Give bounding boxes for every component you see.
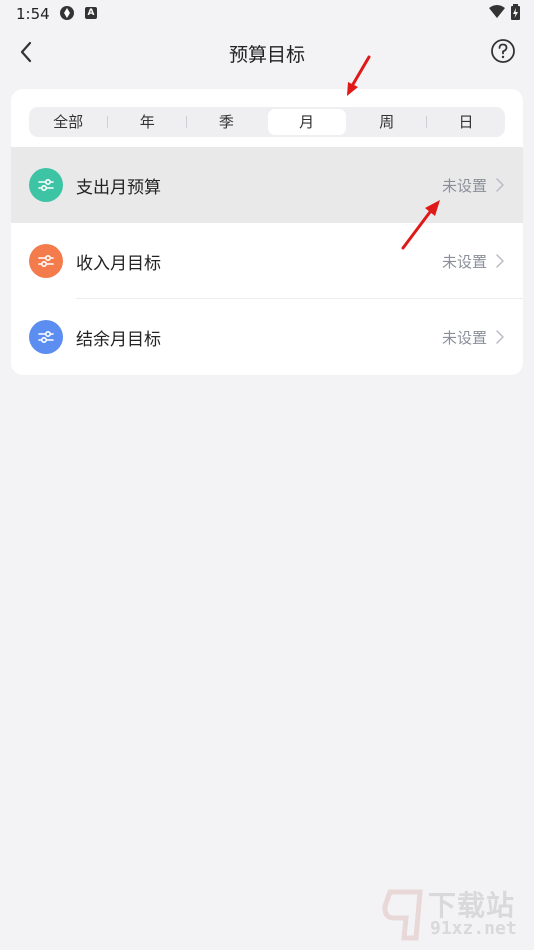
income-target-row[interactable]: 收入月目标 未设置 <box>11 223 523 299</box>
row-label: 结余月目标 <box>76 329 161 350</box>
row-status: 未设置 <box>441 176 487 195</box>
segment-week[interactable]: 周 <box>348 109 426 135</box>
chevron-right-icon <box>496 178 504 192</box>
row-status: 未设置 <box>441 328 487 347</box>
segment-day[interactable]: 日 <box>427 109 505 135</box>
segment-all[interactable]: 全部 <box>29 109 107 135</box>
watermark: 下载站 91xz.net <box>380 884 530 944</box>
segment-quarter[interactable]: 季 <box>187 109 265 135</box>
annotation-arrow-icon <box>401 200 440 250</box>
sliders-icon <box>29 244 63 278</box>
row-label: 收入月目标 <box>76 253 161 274</box>
watermark-logo-icon <box>382 889 423 941</box>
chevron-right-icon <box>496 254 504 268</box>
status-bar: 1:54 A <box>0 0 534 28</box>
status-time: 1:54 <box>16 5 50 23</box>
status-indicators <box>489 4 520 20</box>
chevron-right-icon <box>496 330 504 344</box>
expense-budget-row[interactable]: 支出月预算 未设置 <box>11 147 523 223</box>
page-title: 预算目标 <box>228 44 305 66</box>
app-notification-icon <box>60 6 74 20</box>
sliders-icon <box>29 168 63 202</box>
help-icon[interactable] <box>490 38 516 64</box>
segment-year[interactable]: 年 <box>108 109 186 135</box>
wifi-icon <box>489 5 505 18</box>
period-segmented-control: 全部 年 季 月 周 日 <box>29 107 505 137</box>
sliders-icon <box>29 320 63 354</box>
keyboard-notification-icon: A <box>85 7 97 19</box>
watermark-line2: 91xz.net <box>430 918 517 939</box>
row-label: 支出月预算 <box>76 177 161 198</box>
header: 预算目标 <box>0 28 534 76</box>
balance-target-row[interactable]: 结余月目标 未设置 <box>11 299 523 375</box>
annotation-arrow-icon <box>347 55 371 96</box>
segment-month[interactable]: 月 <box>267 109 346 135</box>
row-status: 未设置 <box>441 252 487 271</box>
battery-icon <box>511 4 520 20</box>
budget-card: 全部 年 季 月 周 日 支出月预算 未设置 收入月目标 未设置 结余月目标 未… <box>11 89 523 375</box>
